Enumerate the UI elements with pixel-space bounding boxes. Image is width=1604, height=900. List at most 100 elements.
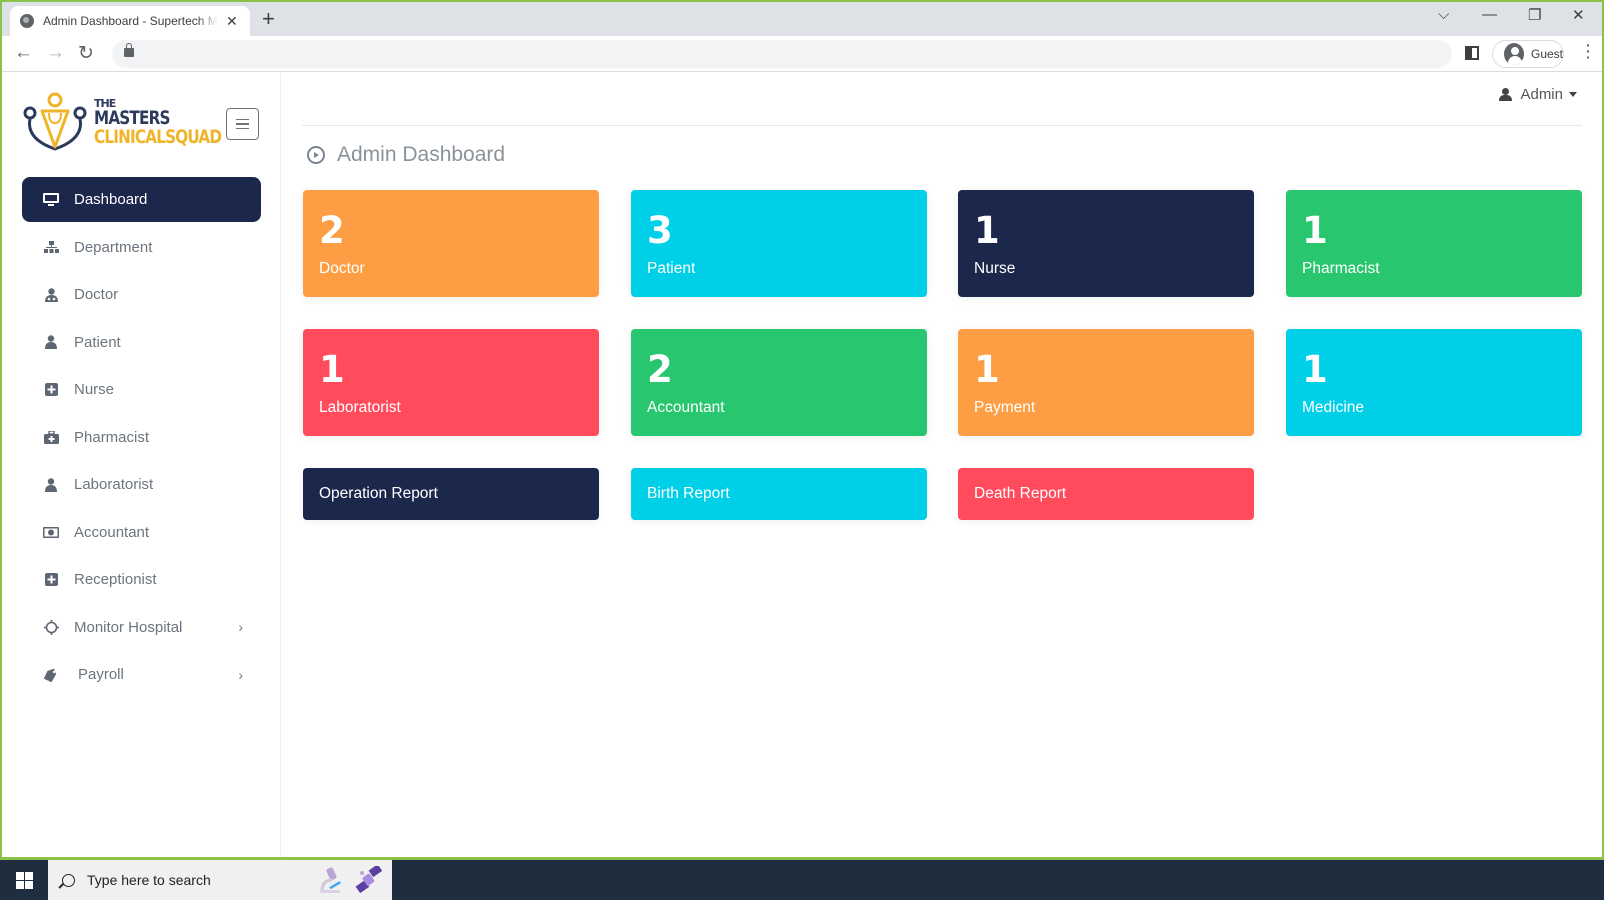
sidebar-item-label: Pharmacist xyxy=(74,428,150,446)
page-title-text: Admin Dashboard xyxy=(337,143,506,166)
stat-card-doctor[interactable]: 2 Doctor xyxy=(303,190,599,297)
main-content: Admin Admin Dashboard 2 Doctor 3 Patient 1… xyxy=(282,73,1602,857)
sidebar-item-dashboard[interactable]: Dashboard xyxy=(22,177,261,222)
new-tab-button[interactable]: + xyxy=(262,6,275,32)
stat-value: 3 xyxy=(647,209,673,252)
stat-value: 1 xyxy=(1302,348,1328,391)
death-report-button[interactable]: Death Report xyxy=(958,468,1254,520)
stat-label: Doctor xyxy=(319,260,365,277)
money-icon xyxy=(42,526,60,538)
sidebar-item-label: Monitor Hospital xyxy=(74,618,183,636)
reload-button[interactable]: ↻ xyxy=(78,42,94,65)
microscope-app-icon[interactable] xyxy=(316,866,346,894)
side-panel-icon[interactable] xyxy=(1465,46,1479,60)
chevron-right-icon: › xyxy=(238,666,243,683)
tab-search-icon[interactable]: ⌵ xyxy=(1438,6,1449,23)
stat-label: Pharmacist xyxy=(1302,260,1380,277)
sidebar-item-pharmacist[interactable]: Pharmacist xyxy=(22,415,261,460)
stat-value: 2 xyxy=(319,209,345,252)
monitor-icon xyxy=(42,192,60,207)
close-window-button[interactable]: ✕ xyxy=(1572,6,1585,24)
avatar-icon xyxy=(1504,43,1524,65)
lock-icon xyxy=(124,43,134,57)
stat-card-laboratorist[interactable]: 1 Laboratorist xyxy=(303,329,599,436)
stat-card-patient[interactable]: 3 Patient xyxy=(631,190,927,297)
minimize-button[interactable]: — xyxy=(1482,6,1497,23)
forward-button[interactable]: → xyxy=(46,42,65,64)
tab-title: Admin Dashboard - Supertech M xyxy=(43,14,218,28)
gear-icon xyxy=(42,619,60,635)
browser-toolbar: ← → ↻ Guest ⋮ xyxy=(2,36,1602,72)
stat-value: 2 xyxy=(647,348,673,391)
stat-card-payment[interactable]: 1 Payment xyxy=(958,329,1254,436)
sidebar-item-label: Patient xyxy=(74,333,121,351)
back-button[interactable]: ← xyxy=(14,42,33,64)
stat-value: 1 xyxy=(319,348,345,391)
sidebar-item-department[interactable]: Department xyxy=(22,225,261,270)
restore-button[interactable]: ❐ xyxy=(1528,6,1541,24)
stat-value: 1 xyxy=(974,209,1000,252)
sidebar: THE MASTERS CLINICALSQUAD Dashboard Depa… xyxy=(2,73,281,857)
sidebar-item-label: Doctor xyxy=(74,286,119,303)
stat-label: Patient xyxy=(647,260,696,277)
plus-square-icon xyxy=(42,573,60,586)
menu-toggle-button[interactable] xyxy=(226,108,259,140)
stat-card-accountant[interactable]: 2 Accountant xyxy=(631,329,927,436)
globe-icon xyxy=(20,14,34,28)
taskbar: Type here to search xyxy=(0,860,1604,900)
satellite-app-icon[interactable] xyxy=(354,866,384,894)
search-icon xyxy=(62,873,75,887)
birth-report-button[interactable]: Birth Report xyxy=(631,468,927,520)
sidebar-item-label: Receptionist xyxy=(74,571,157,588)
plus-square-icon xyxy=(42,383,60,396)
sidebar-item-label: Laboratorist xyxy=(74,476,154,493)
stat-card-pharmacist[interactable]: 1 Pharmacist xyxy=(1286,190,1582,297)
user-doctor-icon xyxy=(42,287,60,302)
logo-mark-icon xyxy=(23,92,87,151)
sidebar-item-label: Payroll xyxy=(78,666,124,683)
sidebar-item-payroll[interactable]: Payroll › xyxy=(22,652,261,697)
medkit-icon xyxy=(42,430,60,444)
sidebar-item-laboratorist[interactable]: Laboratorist xyxy=(22,462,261,507)
more-menu-icon[interactable]: ⋮ xyxy=(1579,42,1597,60)
user-icon xyxy=(42,477,60,492)
taskbar-search-placeholder: Type here to search xyxy=(87,872,211,888)
sidebar-item-label: Accountant xyxy=(74,523,150,541)
page-title: Admin Dashboard xyxy=(307,143,505,167)
stat-label: Laboratorist xyxy=(319,399,401,416)
sidebar-item-nurse[interactable]: Nurse xyxy=(22,367,261,412)
tab-strip: Admin Dashboard - Supertech M ✕ + ⌵ — ❐ … xyxy=(2,2,1602,36)
stat-label: Medicine xyxy=(1302,399,1365,416)
stat-value: 1 xyxy=(1302,209,1328,252)
operation-report-button[interactable]: Operation Report xyxy=(303,468,599,520)
windows-start-button[interactable] xyxy=(0,860,48,900)
profile-button[interactable]: Guest xyxy=(1492,40,1564,68)
page: THE MASTERS CLINICALSQUAD Dashboard Depa… xyxy=(2,73,1602,857)
admin-label: Admin xyxy=(1520,86,1563,103)
stat-card-nurse[interactable]: 1 Nurse xyxy=(958,190,1254,297)
sidebar-item-patient[interactable]: Patient xyxy=(22,320,261,365)
user-icon xyxy=(1499,88,1513,101)
sidebar-item-label: Department xyxy=(74,238,153,256)
logo[interactable]: THE MASTERS CLINICALSQUAD xyxy=(22,91,253,153)
user-icon xyxy=(42,335,60,349)
sidebar-item-doctor[interactable]: Doctor xyxy=(22,272,261,317)
sidebar-item-label: Nurse xyxy=(74,381,115,398)
header-divider xyxy=(302,125,1582,126)
profile-label: Guest xyxy=(1530,47,1563,61)
chevron-right-icon: › xyxy=(238,619,243,635)
stat-card-medicine[interactable]: 1 Medicine xyxy=(1286,329,1582,436)
sidebar-item-accountant[interactable]: Accountant xyxy=(22,510,261,555)
browser-window: Admin Dashboard - Supertech M ✕ + ⌵ — ❐ … xyxy=(0,0,1604,860)
sidebar-item-receptionist[interactable]: Receptionist xyxy=(22,557,261,602)
stat-value: 1 xyxy=(974,348,1000,391)
browser-tab[interactable]: Admin Dashboard - Supertech M ✕ xyxy=(10,6,250,36)
sidebar-nav: Dashboard Department Doctor Patient Nurs… xyxy=(22,177,261,700)
sidebar-item-monitor-hospital[interactable]: Monitor Hospital › xyxy=(22,605,261,650)
stat-label: Payment xyxy=(974,399,1036,416)
arrow-circle-right-icon xyxy=(307,146,325,164)
address-bar[interactable] xyxy=(112,40,1452,68)
close-tab-icon[interactable]: ✕ xyxy=(226,13,238,30)
sitemap-icon xyxy=(42,240,60,254)
admin-dropdown[interactable]: Admin xyxy=(1499,86,1577,103)
